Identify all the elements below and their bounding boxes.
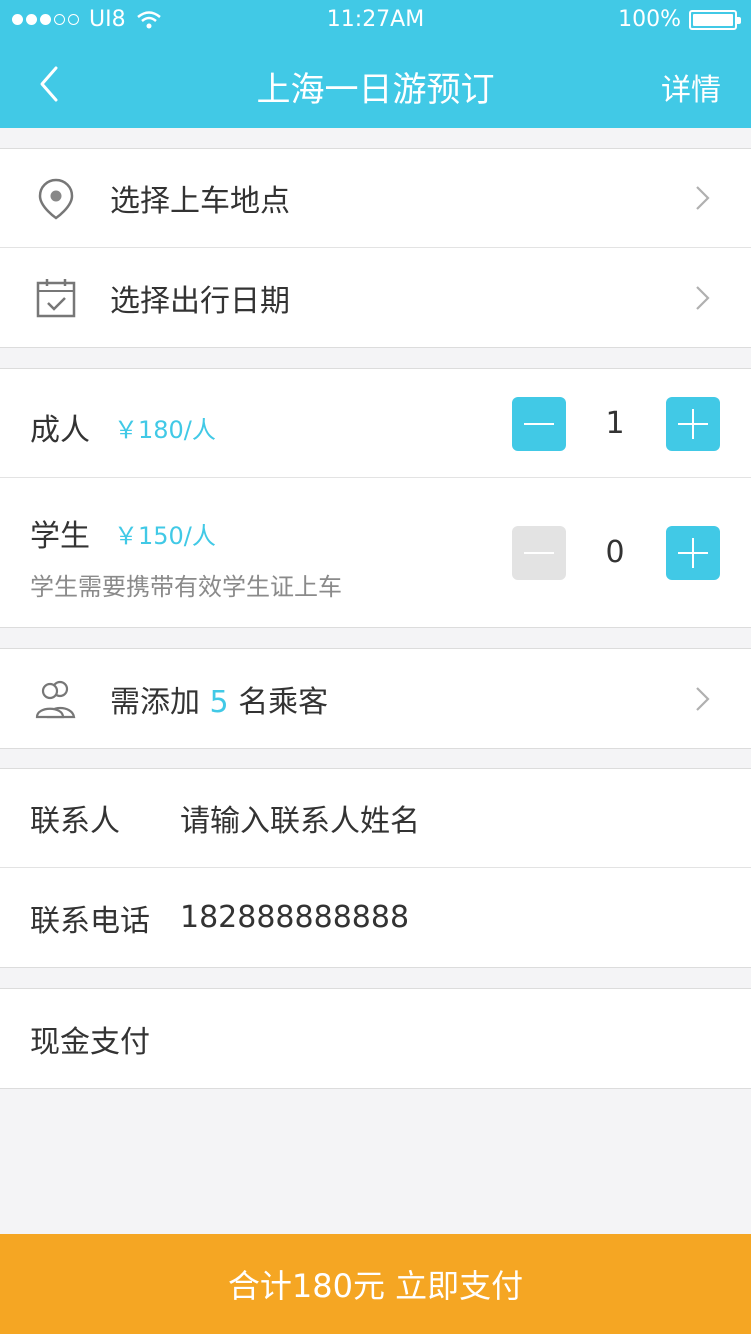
pay-now-button[interactable]: 合计180元 立即支付 xyxy=(0,1234,751,1334)
adult-quantity: 1 xyxy=(605,406,625,441)
adult-increase-button[interactable] xyxy=(666,397,720,451)
chevron-right-icon xyxy=(696,285,710,310)
student-note: 学生需要携带有效学生证上车 xyxy=(30,573,342,601)
pickup-location-label: 选择上车地点 xyxy=(110,184,290,219)
contact-name-input[interactable]: 请输入联系人姓名 xyxy=(180,796,420,840)
people-icon xyxy=(35,680,76,719)
student-ticket-row: 学生 ￥150/人 学生需要携带有效学生证上车 0 xyxy=(0,479,751,627)
nav-bar: 上海一日游预订 详情 xyxy=(0,40,751,128)
battery-group: 100% xyxy=(618,7,741,32)
status-bar: UI8 11:27AM 100% xyxy=(0,0,751,40)
payment-group: 现金支付 xyxy=(0,988,751,1089)
chevron-right-icon xyxy=(696,686,710,711)
top-bar: UI8 11:27AM 100% 上海一日游预订 详情 xyxy=(0,0,751,128)
student-price: ￥150/人 xyxy=(114,522,216,550)
contact-name-label: 联系人 xyxy=(30,804,120,839)
tickets-group: 成人 ￥180/人 1 学生 ￥150/人 学生需要携带有效学生证上车 0 xyxy=(0,368,751,628)
add-passengers-row[interactable]: 需添加 5 名乘客 xyxy=(0,649,751,748)
passengers-suffix: 名乘客 xyxy=(238,684,329,720)
payment-method-row[interactable]: 现金支付 xyxy=(0,989,751,1088)
contact-phone-row: 联系电话 182888888888 xyxy=(0,868,751,967)
pickup-location-row[interactable]: 选择上车地点 xyxy=(0,149,751,248)
contact-name-row: 联系人 请输入联系人姓名 xyxy=(0,769,751,868)
adult-decrease-button[interactable] xyxy=(512,397,566,451)
calendar-icon xyxy=(36,279,76,318)
travel-date-row[interactable]: 选择出行日期 xyxy=(0,248,751,347)
student-label: 学生 xyxy=(30,519,90,554)
add-passengers-text: 需添加 5 名乘客 xyxy=(110,677,328,721)
adult-ticket-row: 成人 ￥180/人 1 xyxy=(0,369,751,478)
selection-group: 选择上车地点 选择出行日期 xyxy=(0,148,751,348)
contact-phone-input[interactable]: 182888888888 xyxy=(180,900,409,935)
contact-group: 联系人 请输入联系人姓名 联系电话 182888888888 xyxy=(0,768,751,968)
student-quantity: 0 xyxy=(605,535,625,570)
adult-label: 成人 xyxy=(30,413,90,448)
adult-price: ￥180/人 xyxy=(114,416,216,444)
passengers-count: 5 xyxy=(209,684,229,720)
page-title: 上海一日游预订 xyxy=(256,70,495,110)
student-decrease-button[interactable] xyxy=(512,526,566,580)
battery-icon xyxy=(689,9,741,30)
passengers-prefix: 需添加 xyxy=(110,684,200,720)
battery-percent: 100% xyxy=(618,7,681,32)
contact-phone-label: 联系电话 xyxy=(30,903,150,939)
payment-method-label: 现金支付 xyxy=(30,1024,150,1060)
chevron-right-icon xyxy=(696,186,710,210)
detail-button[interactable]: 详情 xyxy=(661,65,721,109)
passengers-group: 需添加 5 名乘客 xyxy=(0,648,751,749)
location-pin-icon xyxy=(38,178,74,220)
student-increase-button[interactable] xyxy=(666,526,720,580)
travel-date-label: 选择出行日期 xyxy=(110,283,290,319)
